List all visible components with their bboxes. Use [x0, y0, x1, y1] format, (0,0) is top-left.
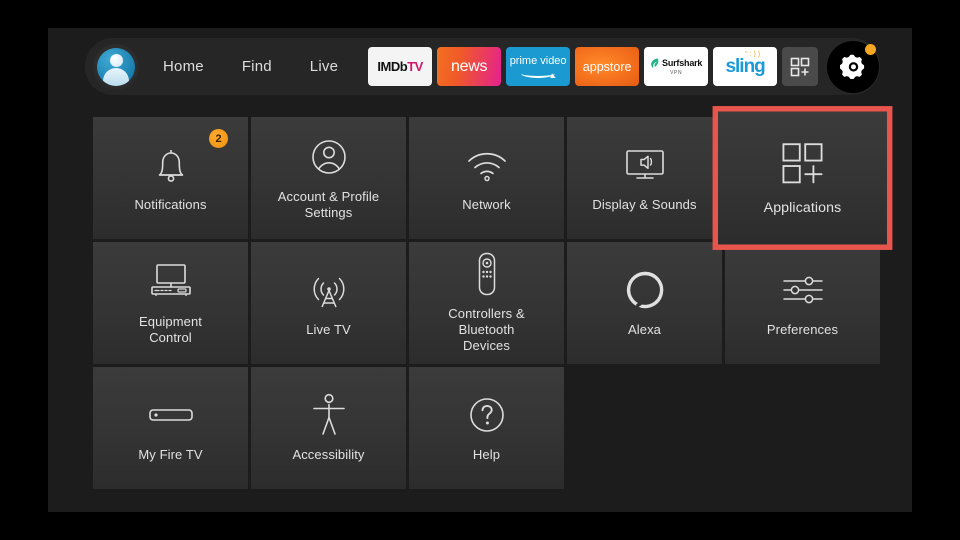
remote-icon [474, 252, 500, 296]
settings-tile-applications[interactable]: Applications [712, 106, 893, 250]
settings-tile-label: Preferences [766, 322, 839, 337]
apps-grid-icon [790, 57, 810, 76]
settings-tile-controllers-bluetooth[interactable]: Controllers & Bluetooth Devices [409, 242, 564, 364]
sliders-icon [781, 268, 825, 312]
top-navigation-bar: Home Find Live IMDbTV news prime video a… [85, 38, 880, 95]
nav-item-find[interactable]: Find [242, 58, 272, 75]
settings-cell-applications: Applications [712, 106, 893, 250]
settings-tile-live-tv[interactable]: Live TV [251, 242, 406, 364]
nav-links: Home Find Live [163, 58, 338, 75]
avatar-image [97, 47, 135, 86]
settings-tile-label: Network [462, 197, 511, 212]
settings-cell-account-profile: Account & Profile Settings [251, 117, 406, 239]
settings-cell-empty-1 [567, 367, 722, 489]
settings-tile-label: Applications [763, 198, 842, 216]
settings-tile-label: Accessibility [292, 447, 365, 462]
imdb-logo-text: IMDb [377, 59, 408, 74]
settings-cell-notifications: Notifications 2 [93, 117, 248, 239]
prime-smile-icon [521, 69, 556, 78]
imdb-tv-text: TV [407, 59, 423, 74]
gear-icon [839, 54, 864, 80]
settings-tile-label: Help [472, 447, 501, 462]
settings-tile-network[interactable]: Network [409, 117, 564, 239]
nav-item-live[interactable]: Live [310, 58, 338, 75]
settings-screen-content: Home Find Live IMDbTV news prime video a… [48, 28, 912, 512]
settings-tile-accessibility[interactable]: Accessibility [251, 367, 406, 489]
settings-tile-label: Alexa [627, 322, 662, 337]
settings-cell-network: Network [409, 117, 564, 239]
sling-logo-text: sling [725, 55, 765, 77]
settings-tile-display-sounds[interactable]: Display & Sounds [567, 117, 722, 239]
settings-tile-my-fire-tv[interactable]: My Fire TV [93, 367, 248, 489]
settings-tile-account-profile[interactable]: Account & Profile Settings [251, 117, 406, 239]
gear-notification-dot [865, 43, 877, 55]
settings-cell-preferences: Preferences [725, 242, 880, 364]
app-shortcut-prime-video[interactable]: prime video [506, 47, 571, 86]
apps-grid-button[interactable] [782, 47, 819, 86]
settings-tile-label: Controllers & Bluetooth Devices [448, 306, 525, 353]
accessibility-icon [311, 393, 347, 437]
app-shortcut-imdb-tv[interactable]: IMDbTV [368, 47, 433, 86]
settings-cell-my-fire-tv: My Fire TV [93, 367, 248, 489]
antenna-icon [308, 268, 350, 312]
fire-tv-screen: Home Find Live IMDbTV news prime video a… [0, 0, 960, 540]
settings-tile-label: Notifications [134, 197, 207, 212]
settings-tile-equipment-control[interactable]: Equipment Control [93, 242, 248, 364]
app-shortcut-sling[interactable]: " : ) ) sling [713, 47, 778, 86]
settings-tile-label: Live TV [306, 322, 351, 337]
surfshark-logo-text: Surfshark [662, 58, 703, 68]
notifications-badge: 2 [209, 129, 228, 148]
settings-tile-label: Account & Profile Settings [277, 189, 380, 220]
wifi-icon [465, 143, 509, 187]
settings-tile-notifications[interactable]: Notifications 2 [93, 117, 248, 239]
surfshark-vpn-text: VPN [670, 69, 683, 76]
profile-avatar[interactable] [93, 43, 139, 90]
prime-video-logo-text: prime video [509, 54, 567, 67]
nav-item-home[interactable]: Home [163, 58, 204, 75]
settings-cell-help: Help [409, 367, 564, 489]
settings-cell-controllers-bluetooth: Controllers & Bluetooth Devices [409, 242, 564, 364]
settings-tile-grid: Notifications 2 Account & Profile Setting… [93, 106, 893, 489]
question-circle-icon [467, 393, 507, 437]
settings-cell-alexa: Alexa [567, 242, 722, 364]
settings-tile-label: My Fire TV [138, 447, 203, 462]
tv-receiver-icon [147, 260, 195, 304]
alexa-ring-icon [625, 268, 665, 312]
empty-slot [567, 367, 722, 489]
settings-tile-alexa[interactable]: Alexa [567, 242, 722, 364]
tv-speaker-icon [622, 143, 668, 187]
app-shortcut-surfshark[interactable]: Surfshark VPN [644, 47, 709, 86]
person-circle-icon [308, 135, 350, 179]
settings-cell-equipment-control: Equipment Control [93, 242, 248, 364]
settings-tile-label: Equipment Control [138, 314, 203, 345]
bell-icon [151, 143, 191, 187]
sling-dots-icon: " : ) ) [745, 51, 761, 58]
settings-cell-live-tv: Live TV [251, 242, 406, 364]
settings-cell-empty-2 [725, 367, 880, 489]
apps-plus-icon [780, 140, 826, 188]
empty-slot [725, 367, 880, 489]
appstore-logo-text: appstore [582, 59, 632, 74]
news-logo-text: news [451, 57, 488, 75]
settings-cell-accessibility: Accessibility [251, 367, 406, 489]
settings-tile-preferences[interactable]: Preferences [725, 242, 880, 364]
firestick-icon [148, 393, 194, 437]
settings-tile-help[interactable]: Help [409, 367, 564, 489]
surfshark-fin-icon [651, 57, 659, 68]
nav-app-shortcuts: IMDbTV news prime video appstore Surfsha… [368, 40, 880, 93]
app-shortcut-news[interactable]: news [437, 47, 502, 86]
settings-tile-label: Display & Sounds [592, 197, 697, 212]
app-shortcut-appstore[interactable]: appstore [575, 47, 640, 86]
settings-cell-display-sounds: Display & Sounds [567, 117, 722, 239]
settings-gear-button[interactable] [827, 40, 880, 93]
